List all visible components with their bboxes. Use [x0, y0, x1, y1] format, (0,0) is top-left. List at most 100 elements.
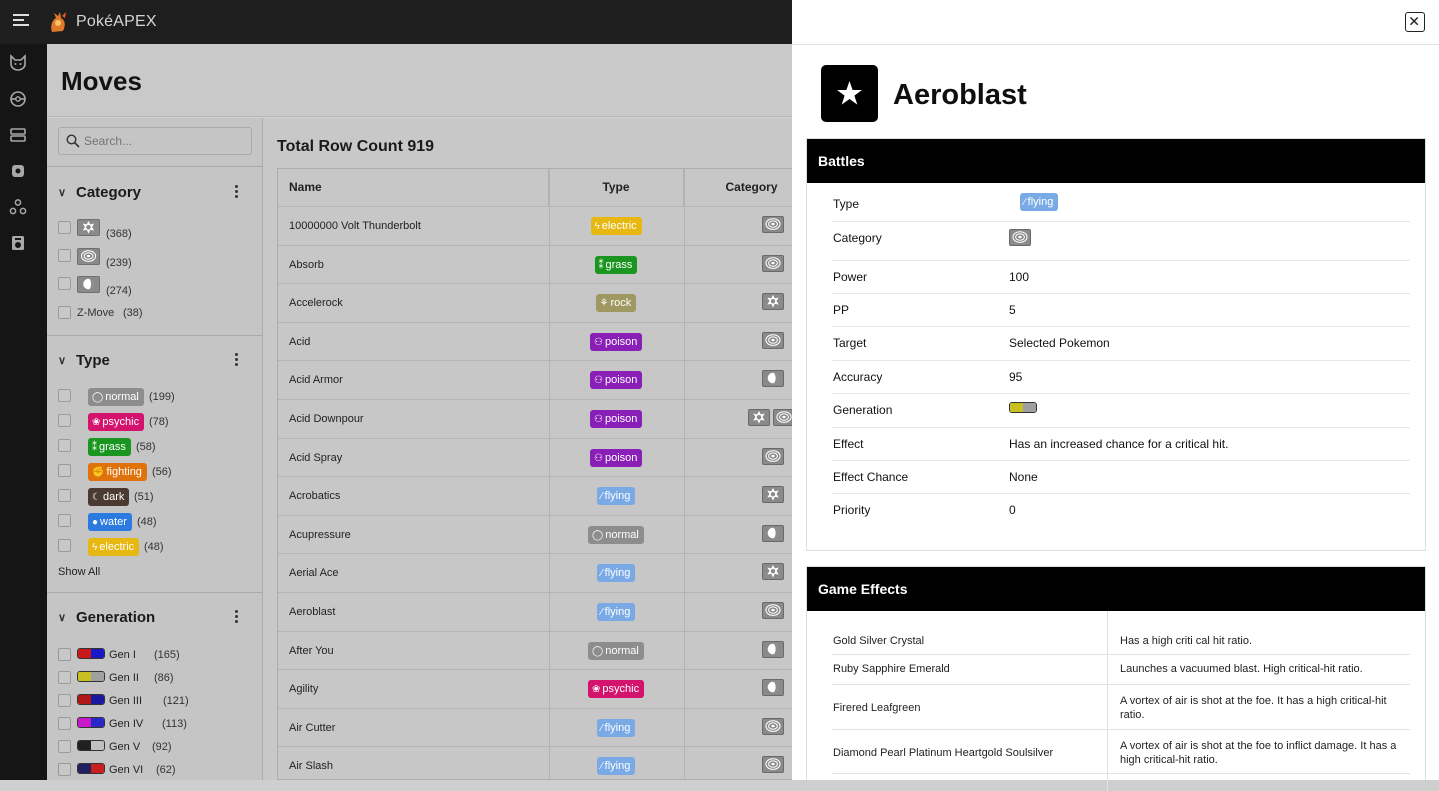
move-name-cell: Absorb: [289, 258, 324, 271]
property-label: Target: [833, 336, 867, 350]
show-all-link[interactable]: Show All: [58, 566, 100, 578]
generation-label: Gen I: [109, 649, 136, 661]
pokemon-icon[interactable]: [9, 54, 27, 72]
category-checkbox-physical[interactable]: [58, 221, 71, 234]
generation-count: (165): [154, 649, 180, 661]
column-header-type[interactable]: Type: [549, 169, 684, 206]
flying-icon: ⁄: [601, 491, 603, 503]
property-value: 0: [1009, 503, 1016, 517]
psychic-icon: ❀: [592, 684, 601, 696]
table-row[interactable]: Acid Armor ⚇ poison: [278, 360, 792, 399]
poison-icon: ⚇: [594, 414, 603, 425]
category-checkbox-special[interactable]: [58, 249, 71, 262]
table-row[interactable]: Absorb ⁑ grass: [278, 244, 792, 284]
game-effect-row: Firered Leafgreen A vortex of air is shot…: [832, 685, 1410, 730]
table-row[interactable]: Acid Downpour ⚇ poison: [278, 399, 792, 438]
generation-checkbox[interactable]: [58, 763, 71, 776]
table-row[interactable]: After You ◯ normal: [278, 630, 792, 670]
type-badge: ☾ dark: [88, 488, 130, 506]
flying-icon: ⁄: [601, 722, 603, 734]
pokeball-icon[interactable]: [9, 90, 27, 108]
table-row[interactable]: Acid ⚇ poison: [278, 321, 792, 361]
table-row[interactable]: Aeroblast ⁄ flying: [278, 592, 792, 631]
grass-icon: ⁑: [598, 259, 604, 271]
search-box[interactable]: [58, 127, 252, 155]
poison-icon: ⚇: [594, 336, 603, 348]
property-label: Category: [833, 231, 882, 245]
move-name-cell: Acid Armor: [289, 374, 343, 387]
category-checkbox-zmove[interactable]: [58, 306, 71, 319]
special-icon: [762, 216, 784, 233]
table-row[interactable]: 10000000 Volt Thunderbolt ϟ electric: [278, 206, 792, 245]
property-label: Accuracy: [833, 370, 883, 384]
generation-checkbox[interactable]: [58, 671, 71, 684]
column-header-category[interactable]: Category: [684, 169, 792, 206]
generation-checkbox[interactable]: [58, 648, 71, 661]
normal-icon: ◯: [592, 645, 604, 657]
game-effect-row: Ruby Sapphire Emerald Launches a vacuumed…: [832, 655, 1410, 685]
chevron-down-icon: ∨: [58, 612, 67, 624]
generation-label: Gen III: [109, 695, 143, 707]
generation-more-icon[interactable]: [233, 610, 239, 624]
type-count: (51): [134, 491, 154, 503]
close-icon: [1409, 16, 1419, 26]
generation-icon: [77, 740, 105, 751]
battle-row-power: Power 100: [832, 261, 1410, 294]
berries-icon[interactable]: [9, 162, 27, 180]
items-icon[interactable]: [9, 126, 27, 144]
table-row[interactable]: Accelerock ⚘ rock: [278, 283, 792, 322]
flying-icon: ⁄: [601, 761, 603, 773]
table-row[interactable]: Air Cutter ⁄ flying: [278, 707, 792, 747]
category-more-icon[interactable]: [233, 185, 239, 199]
type-checkbox-dark[interactable]: [58, 489, 71, 502]
table-row[interactable]: Air Slash ⁄ flying: [278, 746, 792, 779]
search-input[interactable]: [84, 134, 244, 148]
move-name-cell: 10000000 Volt Thunderbolt: [289, 220, 421, 232]
type-checkbox-normal[interactable]: [58, 389, 71, 402]
abilities-icon[interactable]: [9, 198, 27, 216]
close-button[interactable]: [1405, 12, 1425, 32]
poison-icon: ⚇: [594, 375, 603, 387]
type-badge: ϟ electric: [88, 538, 140, 556]
generation-count: (92): [152, 741, 172, 753]
category-section-header[interactable]: ∨ Category: [58, 184, 141, 201]
category-checkbox-status[interactable]: [58, 277, 71, 290]
type-badge: ⚇ poison: [590, 448, 643, 467]
menu-icon[interactable]: [13, 14, 31, 28]
type-section-header[interactable]: ∨ Type: [58, 352, 110, 369]
type-more-icon[interactable]: [233, 353, 239, 367]
physical-icon: [762, 293, 784, 311]
generation-section-header[interactable]: ∨ Generation: [58, 609, 155, 626]
generation-checkbox[interactable]: [58, 694, 71, 707]
flying-icon: ⁄: [601, 607, 603, 618]
machines-icon[interactable]: [9, 234, 27, 252]
poison-icon: ⚇: [594, 452, 603, 464]
table-row[interactable]: Agility ❀ psychic: [278, 669, 792, 708]
special-icon: [762, 602, 784, 619]
generation-checkbox[interactable]: [58, 740, 71, 753]
column-header-name[interactable]: Name: [278, 169, 549, 206]
table-row[interactable]: Acupressure ◯ normal: [278, 514, 792, 554]
physical-icon: [762, 486, 784, 504]
type-badge: ⁑ grass: [594, 255, 638, 274]
type-checkbox-fighting[interactable]: [58, 464, 71, 477]
battle-row-target: Target Selected Pokemon: [832, 327, 1410, 361]
game-effect-text: A vortex of air is shot at the foe. It h…: [1120, 695, 1387, 721]
property-label: Type: [833, 197, 860, 211]
type-badge: ✊ fighting: [88, 463, 147, 481]
generation-checkbox[interactable]: [58, 717, 71, 730]
type-checkbox-psychic[interactable]: [58, 414, 71, 427]
table-row[interactable]: Acrobatics ⁄ flying: [278, 476, 792, 515]
battle-row-effect-chance: Effect Chance None: [832, 461, 1410, 494]
type-checkbox-water[interactable]: [58, 514, 71, 527]
status-icon: [762, 370, 784, 388]
type-checkbox-electric[interactable]: [58, 539, 71, 552]
move-name-cell: Air Slash: [289, 760, 334, 773]
type-checkbox-grass[interactable]: [58, 439, 71, 452]
generation-icon: [77, 717, 105, 728]
table-row[interactable]: Acid Spray ⚇ poison: [278, 437, 792, 477]
divider: [47, 335, 263, 336]
table-row[interactable]: Aerial Ace ⁄ flying: [278, 553, 792, 592]
move-name-cell: After You: [289, 644, 334, 657]
app-name[interactable]: PokéAPEX: [76, 13, 157, 31]
